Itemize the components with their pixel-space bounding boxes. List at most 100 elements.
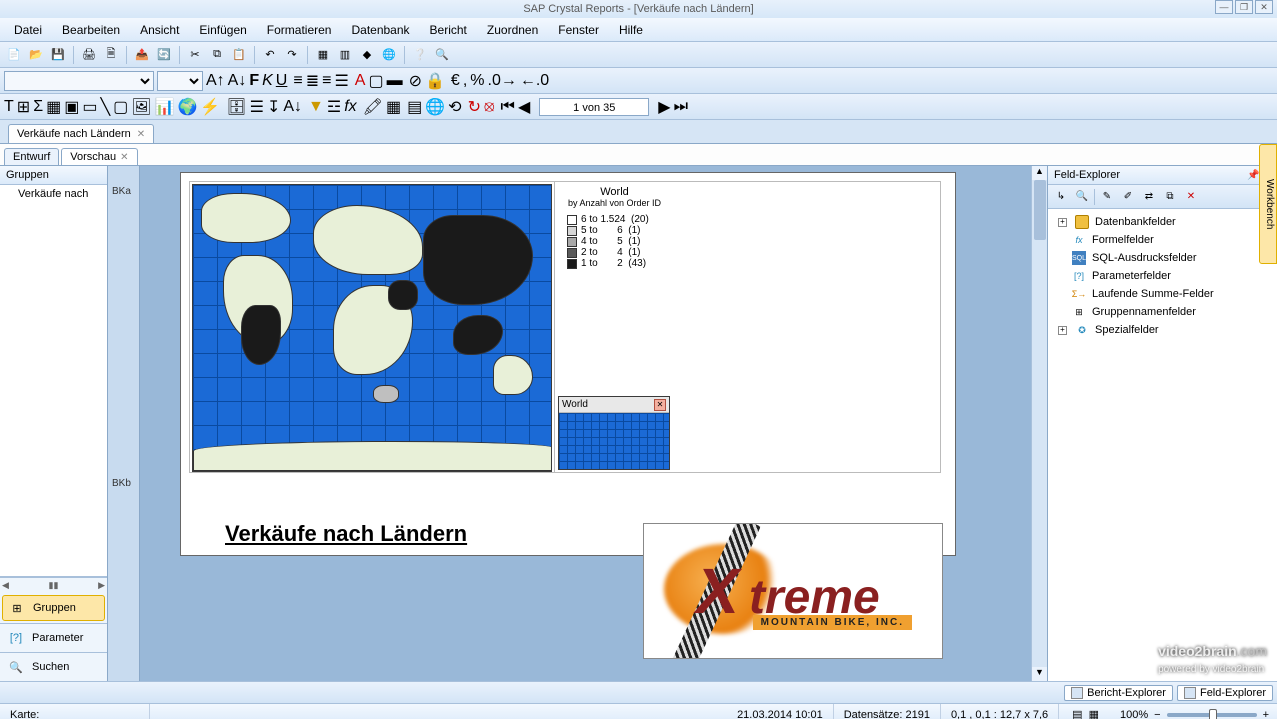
pin-icon[interactable]: 📌: [1247, 170, 1259, 181]
stop-icon[interactable]: ⦻: [484, 98, 495, 116]
formula-workshop-icon[interactable]: fx: [344, 98, 356, 116]
refresh-icon[interactable]: 🔄: [154, 45, 174, 65]
tree-special-fields[interactable]: +✪Spezialfelder: [1052, 321, 1273, 339]
scroll-thumb[interactable]: [1034, 180, 1046, 240]
font-size-combo[interactable]: [157, 71, 203, 91]
insert-map2-icon[interactable]: 🌍: [177, 97, 197, 117]
zoom-out-icon[interactable]: −: [1154, 709, 1160, 719]
highlight-expert-icon[interactable]: 🖍: [363, 97, 383, 117]
redo-icon[interactable]: ↷: [282, 45, 302, 65]
increase-decimals-icon[interactable]: .0→: [488, 72, 517, 90]
print-preview-icon[interactable]: 🗎: [101, 45, 121, 65]
edit-field-icon[interactable]: ✐: [1119, 188, 1137, 206]
zoom-in-icon[interactable]: +: [1263, 709, 1269, 719]
zoom-handle[interactable]: [1209, 709, 1217, 719]
minimize-button[interactable]: —: [1215, 0, 1233, 14]
workbench-tab[interactable]: Workbench: [1259, 144, 1277, 264]
insert-map-icon[interactable]: 🌐: [379, 45, 399, 65]
preview-area[interactable]: World by Anzahl von Order ID 6 to 1.524 …: [140, 166, 1047, 681]
minimap[interactable]: World✕: [558, 396, 670, 470]
bottom-tab-field-explorer[interactable]: Feld-Explorer: [1177, 685, 1273, 701]
map-object[interactable]: World by Anzahl von Order ID 6 to 1.524 …: [189, 181, 941, 473]
decrease-decimals-icon[interactable]: ←.0: [520, 72, 549, 90]
suppress-icon[interactable]: ⊘: [409, 71, 422, 91]
paste-icon[interactable]: 📋: [229, 45, 249, 65]
thousands-icon[interactable]: ,: [463, 72, 467, 90]
layout-mode2-icon[interactable]: ▦: [1086, 708, 1102, 719]
align-right-icon[interactable]: ≡: [322, 72, 331, 90]
insert-picture-icon[interactable]: 🖼: [131, 97, 151, 117]
menu-file[interactable]: Datei: [6, 21, 50, 39]
bottom-tab-report-explorer[interactable]: Bericht-Explorer: [1064, 685, 1173, 701]
section-expert-icon[interactable]: ☲: [327, 97, 341, 117]
cut-icon[interactable]: ✂: [185, 45, 205, 65]
prev-page-icon[interactable]: ◀: [518, 97, 530, 117]
select-expert-icon[interactable]: ▼: [308, 98, 324, 116]
group-tree-node[interactable]: Verkäufe nach: [2, 187, 105, 201]
sort-expert-icon[interactable]: ↧: [267, 97, 280, 117]
currency-icon[interactable]: €: [451, 72, 460, 90]
sort-az-icon[interactable]: A↓: [283, 98, 302, 116]
tree-db-fields[interactable]: +Datenbankfelder: [1052, 213, 1273, 231]
insert-subreport-icon[interactable]: ▭: [82, 97, 97, 117]
insert-flash-icon[interactable]: ⚡: [200, 97, 220, 117]
insert-chart-icon[interactable]: ◆: [357, 45, 377, 65]
italic-icon[interactable]: K: [262, 72, 273, 90]
open-icon[interactable]: 📂: [26, 45, 46, 65]
left-button-parameters[interactable]: [?]Parameter: [0, 623, 107, 652]
fill-icon[interactable]: ▬: [387, 72, 403, 90]
tab-design[interactable]: Entwurf: [4, 148, 59, 165]
undo-icon[interactable]: ↶: [260, 45, 280, 65]
insert-field-icon[interactable]: ↳: [1052, 188, 1070, 206]
browse-field-icon[interactable]: 🔍: [1073, 188, 1091, 206]
align-justify-icon[interactable]: ☰: [334, 71, 348, 91]
close-tab-icon[interactable]: ✕: [137, 129, 145, 140]
document-tab[interactable]: Verkäufe nach Ländern ✕: [8, 124, 154, 143]
rename-field-icon[interactable]: ⇄: [1140, 188, 1158, 206]
align-center-icon[interactable]: ≣: [306, 71, 319, 91]
close-button[interactable]: ✕: [1255, 0, 1273, 14]
first-page-icon[interactable]: ⏮: [501, 98, 515, 116]
menu-view[interactable]: Ansicht: [132, 21, 187, 39]
menu-edit[interactable]: Bearbeiten: [54, 21, 128, 39]
export-icon[interactable]: 📤: [132, 45, 152, 65]
percent-icon[interactable]: %: [470, 72, 484, 90]
tab-preview[interactable]: Vorschau✕: [61, 148, 137, 165]
find-icon[interactable]: 🔍: [432, 45, 452, 65]
copy-icon[interactable]: ⧉: [207, 45, 227, 65]
last-page-icon[interactable]: ⏭: [674, 98, 688, 116]
tree-formula-fields[interactable]: fxFormelfelder: [1052, 231, 1273, 249]
align-left-icon[interactable]: ≡: [293, 72, 302, 90]
toggle-panel-icon[interactable]: ▥: [335, 45, 355, 65]
underline-icon[interactable]: U: [276, 72, 288, 90]
menu-format[interactable]: Formatieren: [259, 21, 340, 39]
field-tree[interactable]: +Datenbankfelder fxFormelfelder SQLSQL-A…: [1048, 209, 1277, 681]
menu-report[interactable]: Bericht: [422, 21, 475, 39]
refresh2-icon[interactable]: ↻: [468, 97, 481, 117]
decrease-font-icon[interactable]: A↓: [228, 72, 247, 90]
insert-chart2-icon[interactable]: 📊: [155, 97, 175, 117]
font-family-combo[interactable]: [4, 71, 154, 91]
scroll-down-icon[interactable]: ▼: [1032, 667, 1047, 681]
tree-param-fields[interactable]: [?]Parameterfelder: [1052, 267, 1273, 285]
layout-mode-icon[interactable]: ▤: [1069, 708, 1085, 719]
menu-arrange[interactable]: Zuordnen: [479, 21, 546, 39]
menu-database[interactable]: Datenbank: [343, 21, 417, 39]
next-page-icon[interactable]: ▶: [658, 97, 670, 117]
save-icon[interactable]: 💾: [48, 45, 68, 65]
insert-crosstab-icon[interactable]: ▦: [46, 97, 61, 117]
repository-icon[interactable]: 🌐: [425, 97, 445, 117]
toggle-groups-icon[interactable]: ▦: [313, 45, 333, 65]
menu-window[interactable]: Fenster: [550, 21, 607, 39]
scroll-up-icon[interactable]: ▲: [1032, 166, 1047, 180]
minimap-close-icon[interactable]: ✕: [654, 399, 666, 411]
help-icon[interactable]: ❔: [410, 45, 430, 65]
page-indicator[interactable]: 1 von 35: [539, 98, 649, 116]
group-expert-icon[interactable]: ☰: [250, 97, 264, 117]
bold-icon[interactable]: F: [249, 72, 259, 90]
new-field-icon[interactable]: ✎: [1098, 188, 1116, 206]
alerts-icon[interactable]: ▦: [386, 97, 401, 117]
lock-icon[interactable]: 🔒: [425, 71, 445, 91]
left-scrollbar[interactable]: ◀▮▮▶: [0, 577, 107, 593]
duplicate-field-icon[interactable]: ⧉: [1161, 188, 1179, 206]
